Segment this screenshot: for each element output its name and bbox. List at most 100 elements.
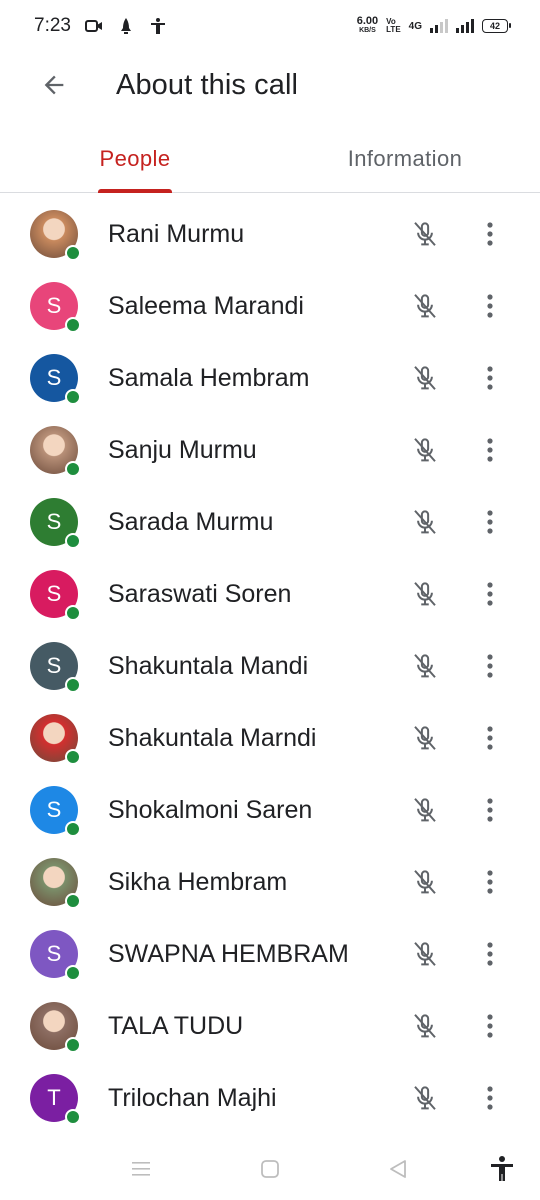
participant-row[interactable]: S Shokalmoni Saren [0,774,540,846]
app-bar: About this call [0,52,540,118]
more-options-button[interactable] [480,361,500,395]
participant-row[interactable]: Sikha Hembram [0,846,540,918]
avatar: S [30,282,81,333]
more-vert-icon [487,366,493,390]
status-time: 7:23 [34,15,71,36]
online-status-dot [65,965,81,981]
tab-people[interactable]: People [0,126,270,193]
network-speed: 6.00 KB/S [356,15,379,35]
more-options-button[interactable] [480,289,500,323]
avatar-initial: S [46,365,62,390]
more-vert-icon [487,870,493,894]
avatar: S [30,354,81,405]
participant-row[interactable]: Rani Murmu [0,198,540,270]
network-type: 4G [408,20,422,32]
participant-row[interactable]: S Saraswati Soren [0,558,540,630]
back-triangle-icon[interactable] [381,1152,415,1186]
mic-off-icon [408,649,442,683]
online-status-dot [65,749,81,765]
more-vert-icon [487,222,493,246]
online-status-dot [65,1109,81,1125]
more-options-button[interactable] [480,505,500,539]
online-status-dot [65,461,81,477]
participant-row[interactable]: TALA TUDU [0,990,540,1062]
avatar: S [30,642,81,693]
avatar: S [30,786,81,837]
participant-row[interactable]: Shakuntala Marndi [0,702,540,774]
mic-off-icon [408,1081,442,1115]
online-status-dot [65,893,81,909]
mic-off-icon [408,505,442,539]
tab-information[interactable]: Information [270,126,540,192]
online-status-dot [65,245,81,261]
battery-icon: 42 [482,19,511,33]
participant-name: Saraswati Soren [108,579,292,608]
mic-off-icon [408,1009,442,1043]
more-options-button[interactable] [480,937,500,971]
avatar-initial: S [46,653,62,678]
participant-row[interactable]: Sanju Murmu [0,414,540,486]
accessibility-icon[interactable] [485,1152,519,1186]
more-vert-icon [487,1014,493,1038]
participant-name: Shakuntala Marndi [108,723,317,752]
participant-name: Sikha Hembram [108,867,288,896]
participant-row[interactable]: S Sarada Murmu [0,486,540,558]
mic-off-icon [408,361,442,395]
menu-icon[interactable] [124,1152,158,1186]
more-vert-icon [487,798,493,822]
participant-row[interactable]: S SWAPNA HEMBRAM [0,918,540,990]
online-status-dot [65,533,81,549]
home-icon[interactable] [253,1152,287,1186]
more-vert-icon [487,726,493,750]
back-button[interactable] [26,57,82,113]
participant-name: Saleema Marandi [108,291,304,320]
participant-row[interactable]: S Saleema Marandi [0,270,540,342]
avatar: S [30,930,81,981]
more-vert-icon [487,654,493,678]
participant-name: Shokalmoni Saren [108,795,313,824]
more-options-button[interactable] [480,865,500,899]
more-options-button[interactable] [480,721,500,755]
avatar-photo [30,1002,81,1053]
avatar-initial: T [47,1085,61,1110]
mic-off-icon [408,793,442,827]
participant-name: SWAPNA HEMBRAM [108,939,349,968]
video-call-icon [84,17,103,35]
more-options-button[interactable] [480,649,500,683]
participant-name: Sanju Murmu [108,435,257,464]
avatar-initial: S [46,797,62,822]
mic-off-icon [408,433,442,467]
more-options-button[interactable] [480,577,500,611]
online-status-dot [65,1037,81,1053]
status-bar: 7:23 6.00 KB/S Vo LTE 4G 42 [0,0,540,52]
more-options-button[interactable] [480,1081,500,1115]
mic-off-icon [408,865,442,899]
more-options-button[interactable] [480,1009,500,1043]
more-vert-icon [487,1086,493,1110]
online-status-dot [65,821,81,837]
mic-off-icon [408,289,442,323]
participant-name: Samala Hembram [108,363,310,392]
participant-name: Trilochan Majhi [108,1083,277,1112]
avatar-photo [30,426,81,477]
participant-name: Shakuntala Mandi [108,651,309,680]
more-options-button[interactable] [480,433,500,467]
participant-row[interactable]: S Shakuntala Mandi [0,630,540,702]
more-options-button[interactable] [480,217,500,251]
volte-indicator: Vo LTE [386,17,401,34]
more-vert-icon [487,438,493,462]
online-status-dot [65,389,81,405]
online-status-dot [65,317,81,333]
system-nav-bar [0,1138,540,1200]
participant-name: Rani Murmu [108,219,245,248]
more-options-button[interactable] [480,793,500,827]
notification-icon [117,17,135,35]
participant-row[interactable]: T Trilochan Majhi [0,1062,540,1134]
signal-icon [430,19,448,33]
mic-off-icon [408,217,442,251]
participant-row[interactable]: S Samala Hembram [0,342,540,414]
avatar-photo [30,858,81,909]
accessibility-icon [149,17,167,35]
signal-icon-2 [456,19,474,33]
more-vert-icon [487,294,493,318]
